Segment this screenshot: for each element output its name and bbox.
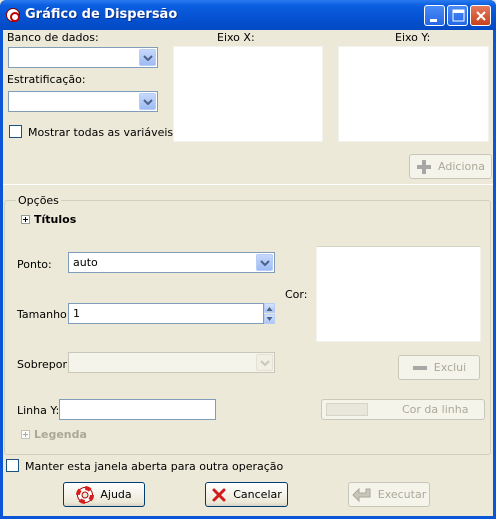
size-value: 1: [73, 307, 80, 320]
execute-arrow-icon: [352, 487, 371, 502]
delete-button[interactable]: Exclui: [398, 355, 480, 380]
dialog-body: Banco de dados: Estratificação: Mostrar …: [3, 30, 493, 516]
execute-button-label: Executar: [377, 488, 427, 501]
cancel-button-label: Cancelar: [233, 488, 282, 501]
minimize-icon: [430, 19, 437, 22]
overlay-combo[interactable]: [68, 352, 275, 373]
maximize-button[interactable]: [447, 5, 468, 26]
point-combo-value: auto: [73, 256, 98, 269]
database-label: Banco de dados:: [7, 31, 99, 44]
color-label: Cor:: [285, 288, 308, 301]
stratification-combo[interactable]: [8, 91, 158, 112]
y-axis-label: Eixo Y:: [395, 31, 431, 44]
titles-section-label[interactable]: Títulos: [34, 213, 76, 226]
titles-expander-icon[interactable]: [21, 215, 30, 224]
chevron-down-icon[interactable]: [256, 254, 273, 271]
stratification-label: Estratificação:: [7, 73, 86, 86]
dialog-window: Gráfico de Dispersão Banco de dados: Est…: [0, 0, 496, 519]
database-combo[interactable]: [8, 47, 158, 68]
line-color-button[interactable]: Cor da linha: [321, 399, 485, 420]
options-group-title: Opções: [16, 194, 61, 207]
x-axis-list[interactable]: [173, 46, 323, 142]
show-all-checkbox[interactable]: [9, 125, 22, 138]
legend-expander-icon[interactable]: [21, 430, 30, 439]
chevron-down-icon[interactable]: [256, 354, 273, 371]
show-all-label: Mostrar todas as variáveis: [28, 126, 174, 139]
size-label: Tamanho:: [17, 308, 71, 321]
chevron-down-icon[interactable]: [139, 49, 156, 66]
line-color-button-label: Cor da linha: [402, 403, 469, 416]
close-button[interactable]: [470, 5, 491, 26]
keep-open-checkbox[interactable]: [6, 459, 19, 472]
spin-down-icon[interactable]: [264, 314, 275, 324]
size-spinner-field[interactable]: 1: [68, 303, 264, 324]
keep-open-label: Manter esta janela aberta para outra ope…: [25, 460, 284, 473]
top-separator: [3, 184, 493, 185]
legend-section-label[interactable]: Legenda: [34, 428, 87, 441]
add-button[interactable]: Adiciona: [409, 154, 492, 179]
minus-icon: [412, 365, 427, 370]
x-axis-label: Eixo X:: [217, 31, 255, 44]
overlay-label: Sobrepor:: [17, 358, 71, 371]
y-axis-list[interactable]: [338, 46, 489, 142]
line-y-field[interactable]: [59, 399, 216, 420]
help-button-label: Ajuda: [100, 488, 132, 501]
point-combo[interactable]: auto: [68, 252, 275, 273]
window-title: Gráfico de Dispersão: [25, 7, 178, 22]
help-button[interactable]: Ajuda: [63, 482, 145, 507]
color-list[interactable]: [316, 246, 481, 342]
app-icon: [6, 8, 20, 22]
close-icon: [476, 11, 486, 21]
execute-button[interactable]: Executar: [348, 482, 430, 507]
cancel-x-icon: [212, 488, 226, 501]
cancel-button[interactable]: Cancelar: [205, 482, 288, 507]
spin-up-icon[interactable]: [264, 303, 275, 313]
plus-icon: [417, 159, 432, 174]
lifebuoy-icon: [76, 485, 95, 504]
maximize-icon: [452, 9, 465, 22]
add-button-label: Adiciona: [438, 160, 485, 173]
line-y-label: Linha Y:: [17, 404, 60, 417]
line-color-swatch: [326, 403, 368, 416]
chevron-down-icon[interactable]: [139, 93, 156, 110]
delete-button-label: Exclui: [433, 361, 467, 374]
title-bar: Gráfico de Dispersão: [0, 0, 496, 30]
minimize-button[interactable]: [424, 5, 445, 26]
point-label: Ponto:: [17, 258, 52, 271]
